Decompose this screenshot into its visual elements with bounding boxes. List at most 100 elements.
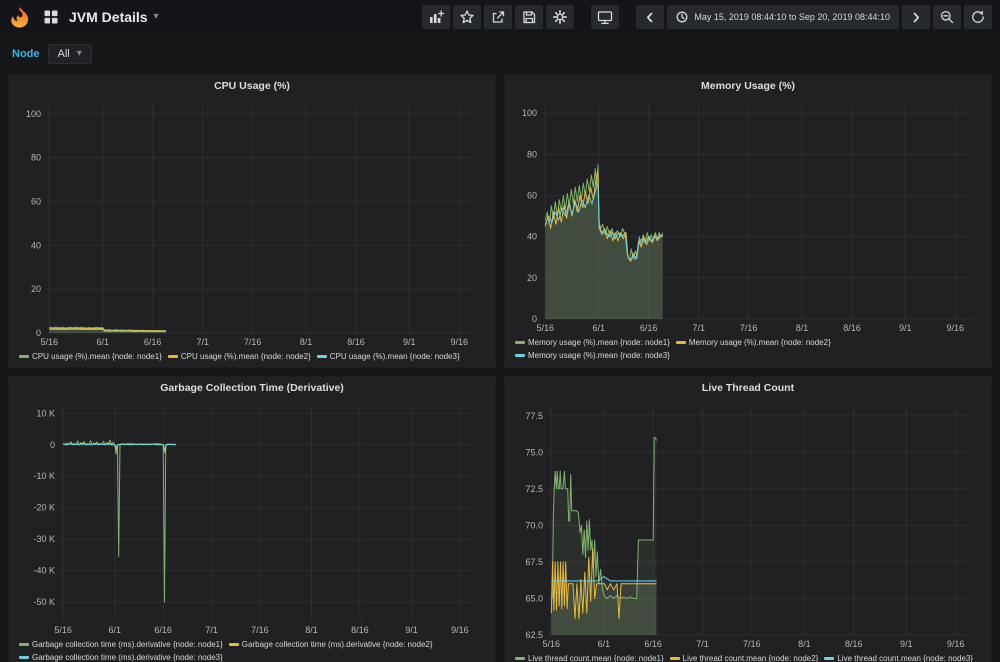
chart-canvas[interactable]: 62.565.067.570.072.575.077.55/166/16/167… bbox=[512, 399, 984, 651]
zoom-out-button[interactable] bbox=[933, 5, 961, 29]
svg-text:6/16: 6/16 bbox=[644, 639, 662, 649]
svg-text:5/16: 5/16 bbox=[54, 625, 72, 635]
legend: Live thread count.mean {node: node1} Live… bbox=[505, 651, 991, 662]
chart-canvas[interactable]: 0204060801005/166/16/167/17/168/18/169/1… bbox=[16, 97, 488, 349]
add-panel-button[interactable] bbox=[422, 5, 450, 29]
svg-text:8/16: 8/16 bbox=[845, 639, 863, 649]
svg-text:-50 K: -50 K bbox=[33, 597, 55, 607]
legend-item[interactable]: Garbage collection time (ms).derivative … bbox=[19, 640, 223, 649]
legend-series-swatch bbox=[168, 355, 178, 358]
legend-series-swatch bbox=[19, 355, 29, 358]
panel-memory-usage: Memory Usage (%) 0204060801005/166/16/16… bbox=[504, 74, 992, 368]
panel-title[interactable]: Live Thread Count bbox=[505, 377, 991, 399]
svg-text:100: 100 bbox=[522, 108, 537, 118]
share-icon bbox=[491, 10, 505, 24]
submenu: Node All ▾ bbox=[0, 34, 1000, 74]
time-range-text: May 15, 2019 08:44:10 to Sep 20, 2019 08… bbox=[694, 12, 890, 22]
svg-text:6/16: 6/16 bbox=[640, 323, 658, 333]
svg-text:-40 K: -40 K bbox=[33, 566, 55, 576]
grafana-logo[interactable] bbox=[8, 6, 31, 29]
legend-series-label: CPU usage (%).mean {node: node2} bbox=[181, 352, 311, 361]
time-range-button[interactable]: May 15, 2019 08:44:10 to Sep 20, 2019 08… bbox=[667, 5, 899, 29]
svg-text:9/1: 9/1 bbox=[899, 323, 912, 333]
chevron-right-icon bbox=[910, 11, 922, 24]
legend-item[interactable]: Live thread count.mean {node: node3} bbox=[824, 654, 973, 662]
svg-text:7/16: 7/16 bbox=[244, 337, 262, 347]
legend-series-label: Memory usage (%).mean {node: node2} bbox=[689, 338, 831, 347]
svg-text:9/16: 9/16 bbox=[451, 625, 469, 635]
svg-text:80: 80 bbox=[31, 153, 41, 163]
svg-text:9/16: 9/16 bbox=[451, 337, 469, 347]
legend-item[interactable]: CPU usage (%).mean {node: node2} bbox=[168, 352, 311, 361]
time-forward-button[interactable] bbox=[902, 5, 930, 29]
legend-item[interactable]: CPU usage (%).mean {node: node1} bbox=[19, 352, 162, 361]
svg-text:6/1: 6/1 bbox=[598, 639, 611, 649]
refresh-button[interactable] bbox=[964, 5, 992, 29]
dashboards-button[interactable] bbox=[39, 5, 63, 29]
legend-item[interactable]: CPU usage (%).mean {node: node3} bbox=[317, 352, 460, 361]
legend-series-label: CPU usage (%).mean {node: node3} bbox=[330, 352, 460, 361]
grid-icon bbox=[44, 10, 58, 24]
svg-text:40: 40 bbox=[527, 232, 537, 242]
svg-text:7/1: 7/1 bbox=[205, 625, 218, 635]
svg-text:-20 K: -20 K bbox=[33, 503, 55, 513]
legend-series-swatch bbox=[515, 354, 525, 357]
legend-row: Memory usage (%).mean {node: node1} Memor… bbox=[515, 336, 981, 349]
cycle-view-button[interactable] bbox=[591, 5, 619, 29]
legend: Memory usage (%).mean {node: node1} Memor… bbox=[505, 335, 991, 363]
svg-text:5/16: 5/16 bbox=[543, 639, 561, 649]
panel-gc-time: Garbage Collection Time (Derivative) 10 … bbox=[8, 376, 496, 662]
legend: CPU usage (%).mean {node: node1} CPU usag… bbox=[9, 349, 495, 364]
dashboard-title-button[interactable]: JVM Details ▾ bbox=[69, 9, 159, 25]
chart-canvas[interactable]: 0204060801005/166/16/167/17/168/18/169/1… bbox=[512, 97, 984, 335]
legend-item[interactable]: Live thread count.mean {node: node2} bbox=[670, 654, 819, 662]
legend-item[interactable]: Memory usage (%).mean {node: node2} bbox=[676, 338, 831, 347]
legend-item[interactable]: Garbage collection time (ms).derivative … bbox=[19, 653, 223, 662]
panel-live-thread-count: Live Thread Count 62.565.067.570.072.575… bbox=[504, 376, 992, 662]
svg-text:-30 K: -30 K bbox=[33, 534, 55, 544]
svg-text:9/1: 9/1 bbox=[405, 625, 418, 635]
svg-text:-10 K: -10 K bbox=[33, 471, 55, 481]
star-button[interactable] bbox=[453, 5, 481, 29]
panel-title[interactable]: Memory Usage (%) bbox=[505, 75, 991, 97]
legend-item[interactable]: Garbage collection time (ms).derivative … bbox=[229, 640, 433, 649]
svg-text:20: 20 bbox=[31, 284, 41, 294]
chevron-left-icon bbox=[644, 11, 656, 24]
svg-text:60: 60 bbox=[527, 191, 537, 201]
refresh-icon bbox=[971, 10, 985, 24]
legend-series-swatch bbox=[317, 355, 327, 358]
panel-title[interactable]: CPU Usage (%) bbox=[9, 75, 495, 97]
legend-series-label: Live thread count.mean {node: node1} bbox=[528, 654, 664, 662]
variable-value-dropdown[interactable]: All ▾ bbox=[48, 44, 92, 64]
svg-text:70.0: 70.0 bbox=[525, 520, 543, 530]
variable-label: Node bbox=[12, 48, 40, 60]
svg-text:65.0: 65.0 bbox=[525, 594, 543, 604]
clock-icon bbox=[676, 11, 688, 23]
svg-text:9/16: 9/16 bbox=[947, 323, 965, 333]
share-button[interactable] bbox=[484, 5, 512, 29]
chart-canvas[interactable]: 10 K0-10 K-20 K-30 K-40 K-50 K5/166/16/1… bbox=[16, 399, 488, 637]
star-icon bbox=[460, 10, 474, 24]
svg-text:10 K: 10 K bbox=[36, 408, 55, 418]
legend-item[interactable]: Live thread count.mean {node: node1} bbox=[515, 654, 664, 662]
dashboard-title: JVM Details bbox=[69, 9, 148, 25]
variable-value: All bbox=[58, 48, 70, 60]
legend-series-swatch bbox=[515, 657, 525, 660]
time-back-button[interactable] bbox=[636, 5, 664, 29]
bar-chart-plus-icon bbox=[429, 10, 444, 24]
panel-title[interactable]: Garbage Collection Time (Derivative) bbox=[9, 377, 495, 399]
svg-text:7/1: 7/1 bbox=[696, 639, 709, 649]
settings-button[interactable] bbox=[546, 5, 574, 29]
legend-item[interactable]: Memory usage (%).mean {node: node1} bbox=[515, 338, 670, 347]
save-icon bbox=[522, 10, 536, 24]
legend-series-label: Memory usage (%).mean {node: node3} bbox=[528, 351, 670, 360]
save-button[interactable] bbox=[515, 5, 543, 29]
svg-text:6/1: 6/1 bbox=[109, 625, 122, 635]
svg-text:5/16: 5/16 bbox=[537, 323, 555, 333]
svg-text:8/16: 8/16 bbox=[347, 337, 365, 347]
legend-row: Garbage collection time (ms).derivative … bbox=[19, 638, 485, 651]
panel-cpu-usage: CPU Usage (%) 0204060801005/166/16/167/1… bbox=[8, 74, 496, 368]
svg-text:62.5: 62.5 bbox=[525, 630, 543, 640]
legend-item[interactable]: Memory usage (%).mean {node: node3} bbox=[515, 351, 670, 360]
legend-series-swatch bbox=[19, 656, 29, 659]
